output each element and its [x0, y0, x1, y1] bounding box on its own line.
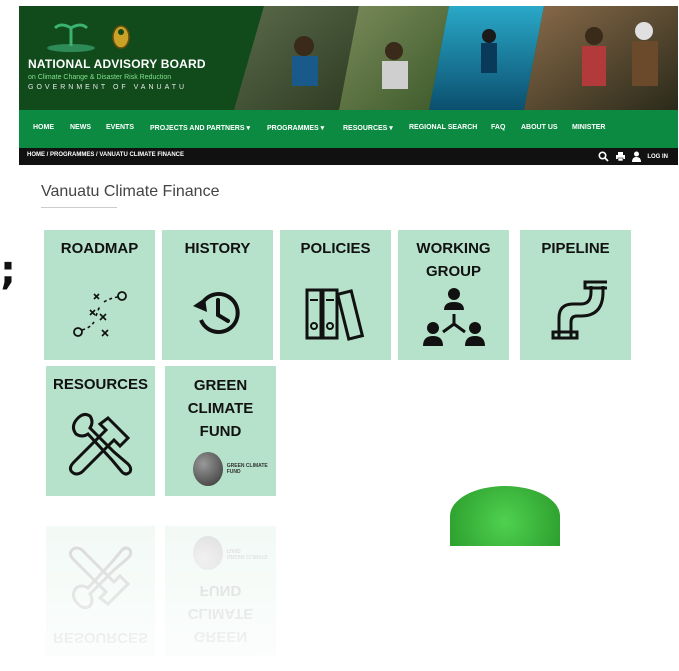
header-photo-banner: [234, 6, 678, 110]
nav-item-minister[interactable]: MINISTER: [572, 124, 605, 131]
gcf-logo: GREEN CLIMATE FUND: [193, 452, 276, 486]
toolbar: LOG IN: [598, 150, 668, 163]
tile-label: GREEN CLIMATE FUND: [187, 377, 254, 440]
crest-icon: [47, 23, 130, 52]
nav-item-resources[interactable]: RESOURCES ▾: [343, 124, 393, 132]
tile-history[interactable]: HISTORY: [162, 230, 273, 360]
breadcrumb: HOME / PROGRAMMES / VANUATU CLIMATE FINA…: [19, 148, 678, 165]
print-icon[interactable]: [615, 151, 626, 162]
site-logo[interactable]: [27, 20, 137, 59]
group-icon: [422, 288, 485, 346]
reflection-fade: [19, 515, 678, 671]
org-subtitle: on Climate Change & Disaster Risk Reduct…: [28, 74, 172, 81]
site-header: NATIONAL ADVISORY BOARD on Climate Chang…: [19, 6, 678, 110]
org-title: NATIONAL ADVISORY BOARD: [28, 57, 206, 71]
org-government: GOVERNMENT OF VANUATU: [28, 84, 188, 91]
tile-working-group[interactable]: WORKING GROUP: [398, 230, 509, 360]
green-globe-graphic: [450, 486, 560, 546]
main-content: Vanuatu Climate Finance ROADMAP HISTORY: [19, 165, 678, 671]
pipe-icon: [551, 280, 607, 340]
nav-item-regional-search[interactable]: REGIONAL SEARCH: [409, 124, 477, 131]
nav-item-programmes[interactable]: PROGRAMMES ▾: [267, 124, 324, 132]
tile-label: PIPELINE: [541, 240, 610, 257]
tile-pipeline[interactable]: PIPELINE: [520, 230, 631, 360]
nav-item-projects[interactable]: PROJECTS AND PARTNERS ▾: [150, 124, 250, 132]
nav-item-events[interactable]: EVENTS: [106, 124, 134, 131]
tile-label: ROADMAP: [60, 240, 139, 257]
history-icon: [192, 292, 240, 334]
stray-semicolon: ;: [0, 248, 16, 294]
nav-item-home[interactable]: HOME: [33, 124, 54, 131]
tile-green-climate-fund[interactable]: GREEN CLIMATE FUND GREEN CLIMATE FUND: [165, 366, 276, 496]
nav-item-about[interactable]: ABOUT US: [521, 124, 558, 131]
tile-label: RESOURCES: [52, 376, 149, 393]
tile-policies[interactable]: POLICIES: [280, 230, 391, 360]
gcf-globe-icon: [193, 452, 223, 486]
gcf-logo-text: GREEN CLIMATE FUND: [226, 463, 268, 475]
tile-resources[interactable]: RESOURCES: [46, 366, 155, 496]
tile-label: HISTORY: [184, 240, 251, 257]
binders-icon: [305, 288, 364, 341]
user-icon: [632, 151, 642, 162]
roadmap-icon: [72, 291, 127, 337]
search-icon[interactable]: [598, 151, 609, 162]
page-title: Vanuatu Climate Finance: [41, 183, 220, 200]
tile-label: POLICIES: [300, 240, 371, 257]
login-link[interactable]: LOG IN: [647, 154, 668, 160]
main-nav: HOME NEWS EVENTS PROJECTS AND PARTNERS ▾…: [19, 110, 678, 148]
tile-label: WORKING GROUP: [416, 240, 491, 280]
tools-icon: [68, 412, 132, 476]
nav-item-faq[interactable]: FAQ: [491, 124, 505, 131]
breadcrumb-text[interactable]: HOME / PROGRAMMES / VANUATU CLIMATE FINA…: [27, 152, 184, 158]
tile-roadmap[interactable]: ROADMAP: [44, 230, 155, 360]
page: NATIONAL ADVISORY BOARD on Climate Chang…: [19, 6, 678, 671]
nav-item-news[interactable]: NEWS: [70, 124, 91, 131]
title-divider: [41, 207, 117, 208]
